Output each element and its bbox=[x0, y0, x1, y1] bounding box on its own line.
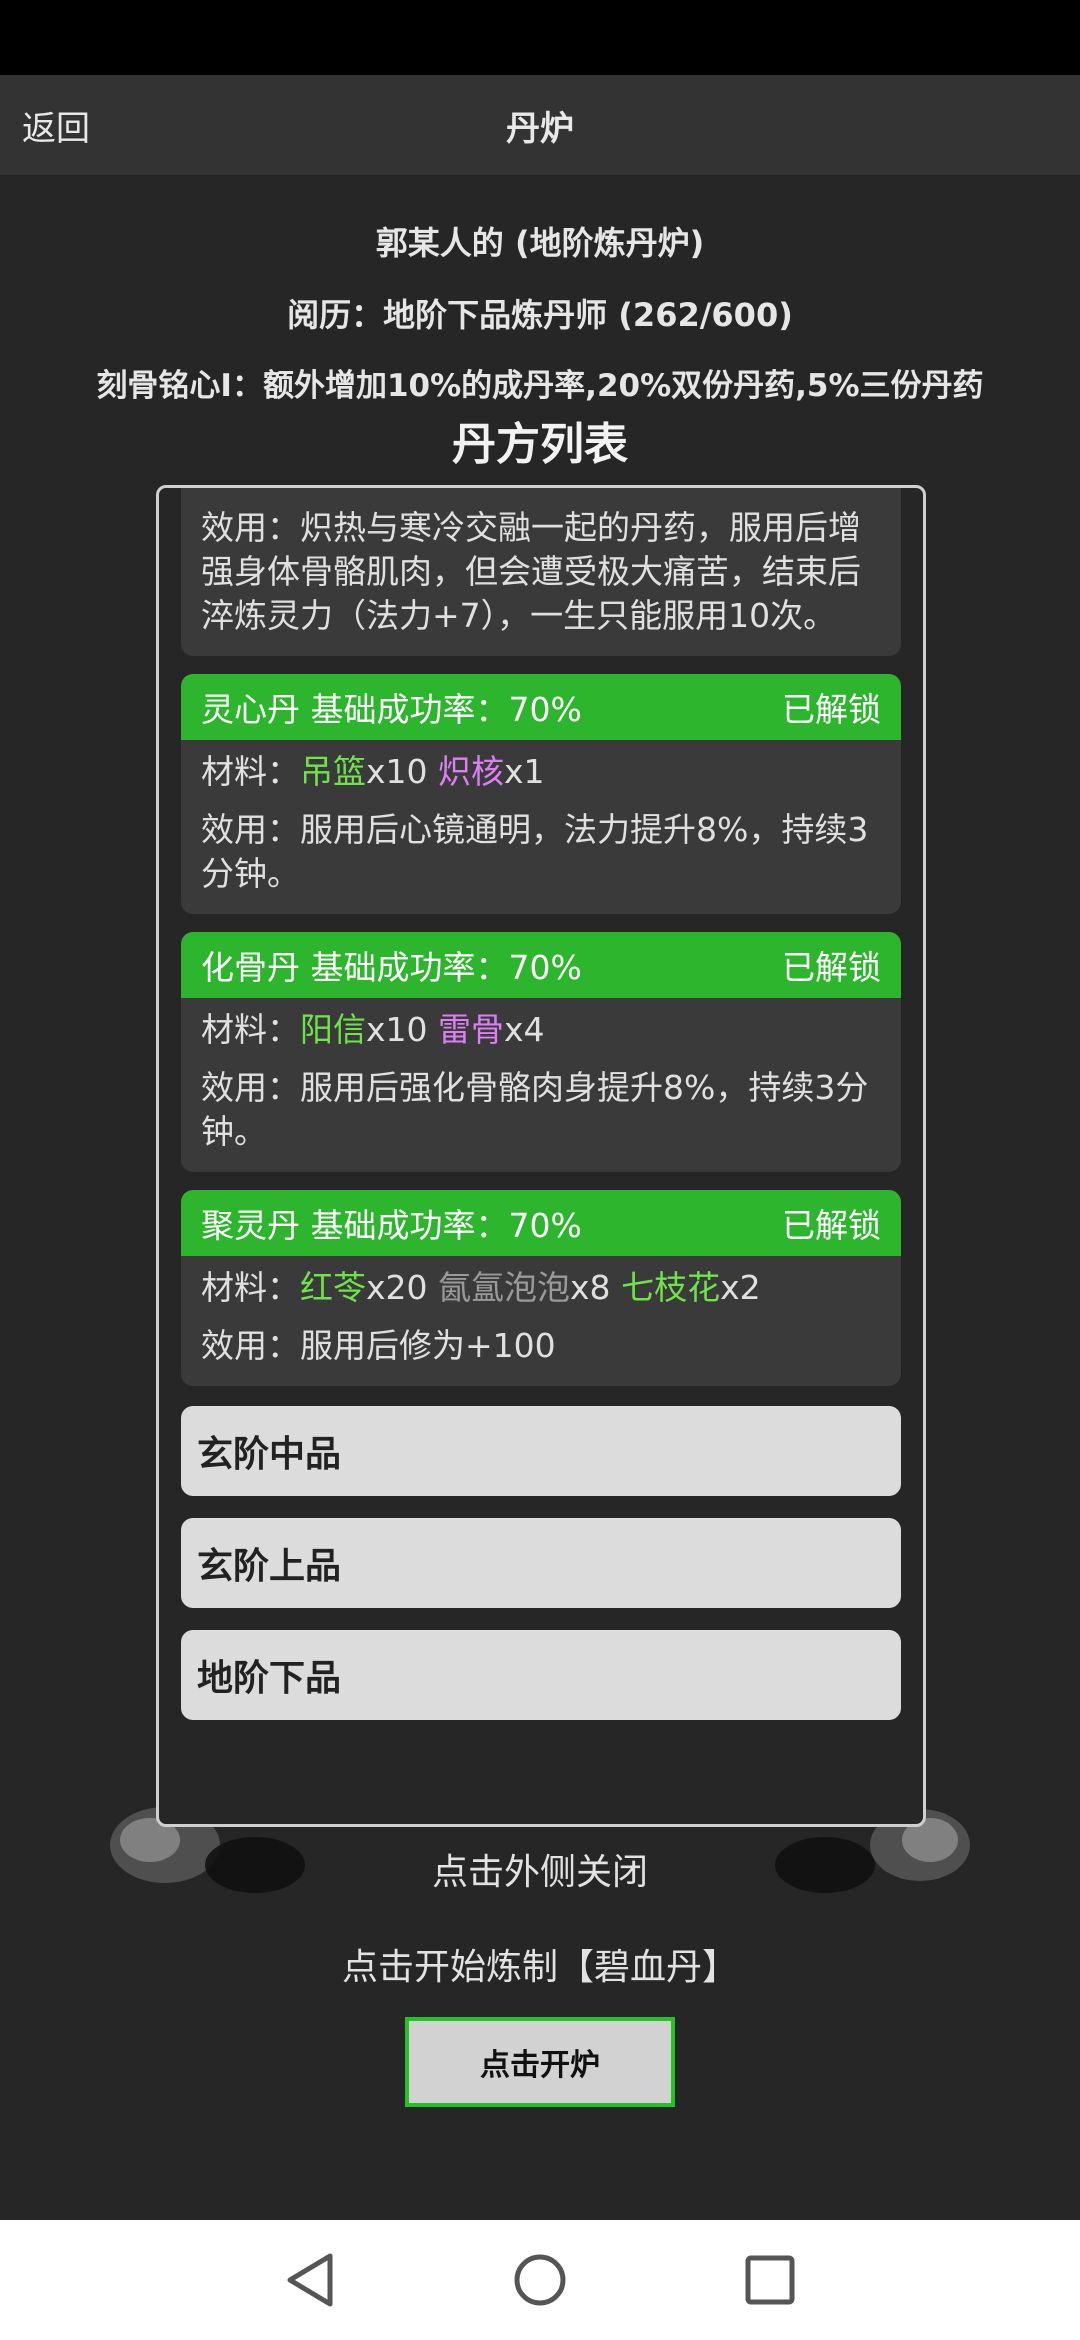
close-hint[interactable]: 点击外侧关闭 bbox=[0, 1843, 1080, 1895]
start-refine-text: 点击开始炼制【碧血丹】 bbox=[341, 1947, 738, 1988]
triangle-back-icon[interactable] bbox=[282, 2250, 338, 2310]
recipe-effect: 效用：服用后修为+100 bbox=[201, 1326, 556, 1365]
recipe-list-panel[interactable]: 效用：炽热与寒冷交融一起的丹药，服用后增强身体骨骼肌肉，但会遭受极大痛苦，结束后… bbox=[156, 485, 926, 1827]
recipe-body: 材料：阳信x10 雷骨x4 效用：服用后强化骨骼肉身提升8%，持续3分钟。 bbox=[181, 998, 901, 1172]
recipe-name-rate: 灵心丹 基础成功率：70% bbox=[201, 690, 582, 729]
recipe-name-rate: 聚灵丹 基础成功率：70% bbox=[201, 1206, 582, 1245]
talent-bonus: 刻骨铭心I：额外增加10%的成丹率,20%双份丹药,5%三份丹药 bbox=[96, 368, 984, 404]
material-qty: x2 bbox=[720, 1268, 761, 1307]
unlock-status: 已解锁 bbox=[782, 690, 881, 729]
recipe-effect: 效用：炽热与寒冷交融一起的丹药，服用后增强身体骨骼肌肉，但会遭受极大痛苦，结束后… bbox=[201, 508, 861, 635]
material-name: 七枝花 bbox=[621, 1268, 721, 1307]
alchemist-experience: 阅历：地阶下品炼丹师 (262/600) bbox=[287, 296, 793, 334]
furnace-owner: 郭某人的 (地阶炼丹炉) bbox=[375, 224, 705, 262]
recipe-header[interactable]: 化骨丹 基础成功率：70% 已解锁 bbox=[181, 932, 901, 998]
material-qty: x8 bbox=[570, 1268, 611, 1307]
material-qty: x4 bbox=[504, 1010, 545, 1049]
material-name: 红苓 bbox=[300, 1268, 366, 1307]
open-furnace-button[interactable]: 点击开炉 bbox=[405, 2017, 675, 2107]
recipe-header[interactable]: 灵心丹 基础成功率：70% 已解锁 bbox=[181, 674, 901, 740]
tier-button-di-low[interactable]: 地阶下品 bbox=[181, 1630, 901, 1720]
material-name: 阳信 bbox=[300, 1010, 366, 1049]
circle-home-icon[interactable] bbox=[510, 2250, 570, 2310]
material-name: 炽核 bbox=[438, 752, 505, 791]
recipe-name-rate: 化骨丹 基础成功率：70% bbox=[201, 948, 582, 987]
system-nav-bar bbox=[0, 2220, 1080, 2340]
recipe-card-partial: 效用：炽热与寒冷交融一起的丹药，服用后增强身体骨骼肌肉，但会遭受极大痛苦，结束后… bbox=[181, 488, 901, 656]
page-title: 丹炉 bbox=[506, 109, 574, 149]
material-name: 氤氲泡泡 bbox=[438, 1268, 571, 1307]
tier-button-xuan-high[interactable]: 玄阶上品 bbox=[181, 1518, 901, 1608]
material-qty: x10 bbox=[366, 1010, 428, 1049]
material-qty: x10 bbox=[366, 752, 428, 791]
recipe-body: 材料：吊篮x10 炽核x1 效用：服用后心镜通明，法力提升8%，持续3分钟。 bbox=[181, 740, 901, 914]
recipe-materials: 材料：阳信x10 雷骨x4 bbox=[201, 1010, 545, 1049]
recipe-list-scroll[interactable]: 效用：炽热与寒冷交融一起的丹药，服用后增强身体骨骼肌肉，但会遭受极大痛苦，结束后… bbox=[181, 488, 901, 1720]
material-name: 雷骨 bbox=[438, 1010, 505, 1049]
recipe-materials: 材料：吊篮x10 炽核x1 bbox=[201, 752, 545, 791]
recipe-card-juling[interactable]: 聚灵丹 基础成功率：70% 已解锁 材料：红苓x20 氤氲泡泡x8 七枝花x2 … bbox=[181, 1190, 901, 1386]
unlock-status: 已解锁 bbox=[782, 1206, 881, 1245]
recipe-body: 材料：红苓x20 氤氲泡泡x8 七枝花x2 效用：服用后修为+100 bbox=[181, 1256, 901, 1386]
recipe-materials: 材料：红苓x20 氤氲泡泡x8 七枝花x2 bbox=[201, 1268, 761, 1307]
recipe-effect: 效用：服用后强化骨骼肉身提升8%，持续3分钟。 bbox=[201, 1068, 869, 1151]
unlock-status: 已解锁 bbox=[782, 948, 881, 987]
recipe-card-huagu[interactable]: 化骨丹 基础成功率：70% 已解锁 材料：阳信x10 雷骨x4 效用：服用后强化… bbox=[181, 932, 901, 1172]
top-bar: 返回 丹炉 bbox=[0, 75, 1080, 175]
square-recent-icon[interactable] bbox=[742, 2250, 798, 2310]
material-qty: x20 bbox=[366, 1268, 428, 1307]
recipe-effect: 效用：服用后心镜通明，法力提升8%，持续3分钟。 bbox=[201, 810, 869, 893]
recipe-card-lingxin[interactable]: 灵心丹 基础成功率：70% 已解锁 材料：吊篮x10 炽核x1 效用：服用后心镜… bbox=[181, 674, 901, 914]
recipe-list-title: 丹方列表 bbox=[452, 419, 628, 470]
material-name: 吊篮 bbox=[300, 752, 366, 791]
material-qty: x1 bbox=[504, 752, 545, 791]
status-bar bbox=[0, 0, 1080, 75]
tier-button-xuan-mid[interactable]: 玄阶中品 bbox=[181, 1406, 901, 1496]
recipe-header[interactable]: 聚灵丹 基础成功率：70% 已解锁 bbox=[181, 1190, 901, 1256]
